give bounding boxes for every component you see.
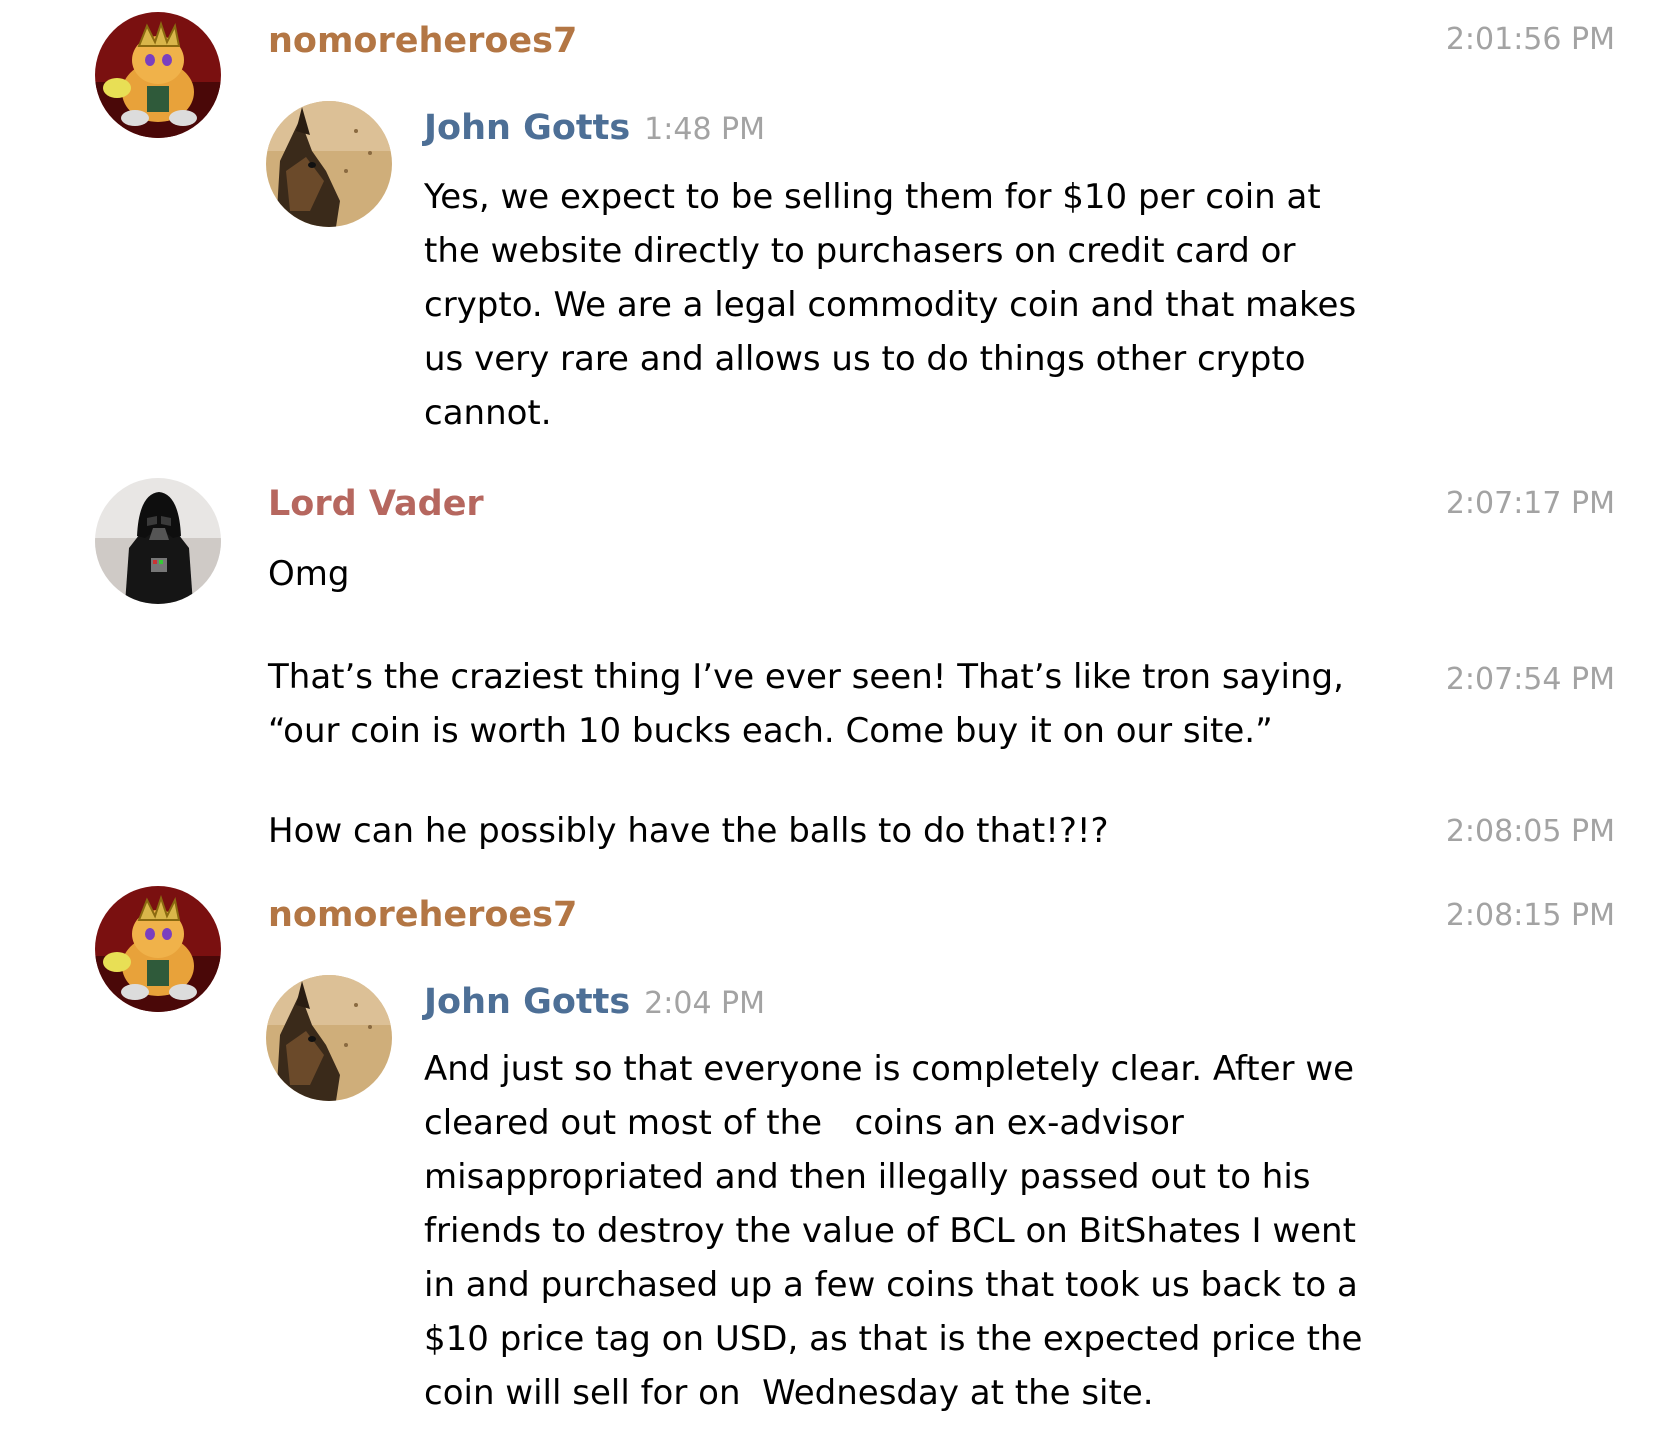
darth-vader-avatar-image [95, 478, 221, 604]
message-text: How can he possibly have the balls to do… [268, 811, 1109, 851]
message-author[interactable]: nomoreheroes7 [268, 19, 577, 63]
john-gotts-avatar[interactable] [266, 101, 392, 227]
german-shepherd-avatar-image [266, 101, 392, 227]
fox-king-avatar-image [95, 12, 221, 138]
message-timestamp: 2:08:05 PM [1445, 814, 1615, 849]
german-shepherd-avatar-image [266, 975, 392, 1101]
fox-king-avatar-image [95, 886, 221, 1012]
forward-text: Yes, we expect to be selling them for $1… [424, 177, 1357, 433]
message-timestamp: 2:07:17 PM [1445, 486, 1615, 521]
forward-header: John Gotts 1:48 PM [424, 106, 765, 156]
nomoreheroes7-avatar[interactable] [95, 886, 221, 1012]
nomoreheroes7-avatar[interactable] [95, 12, 221, 138]
forward-header: John Gotts 2:04 PM [424, 980, 765, 1030]
message-author[interactable]: Lord Vader [268, 482, 484, 526]
forward-timestamp: 1:48 PM [644, 112, 766, 147]
forward-author[interactable]: John Gotts [424, 982, 630, 1022]
forward-author[interactable]: John Gotts [424, 108, 630, 148]
message-author[interactable]: nomoreheroes7 [268, 893, 577, 937]
message-text: That’s the craziest thing I’ve ever seen… [268, 657, 1344, 751]
message-timestamp: 2:01:56 PM [1445, 22, 1615, 57]
message-timestamp: 2:07:54 PM [1445, 662, 1615, 697]
message-timestamp: 2:08:15 PM [1445, 898, 1615, 933]
forward-text: And just so that everyone is completely … [424, 1049, 1363, 1413]
message-text: Omg [268, 554, 350, 594]
forward-timestamp: 2:04 PM [644, 986, 766, 1021]
lord-vader-avatar[interactable] [95, 478, 221, 604]
john-gotts-avatar[interactable] [266, 975, 392, 1101]
